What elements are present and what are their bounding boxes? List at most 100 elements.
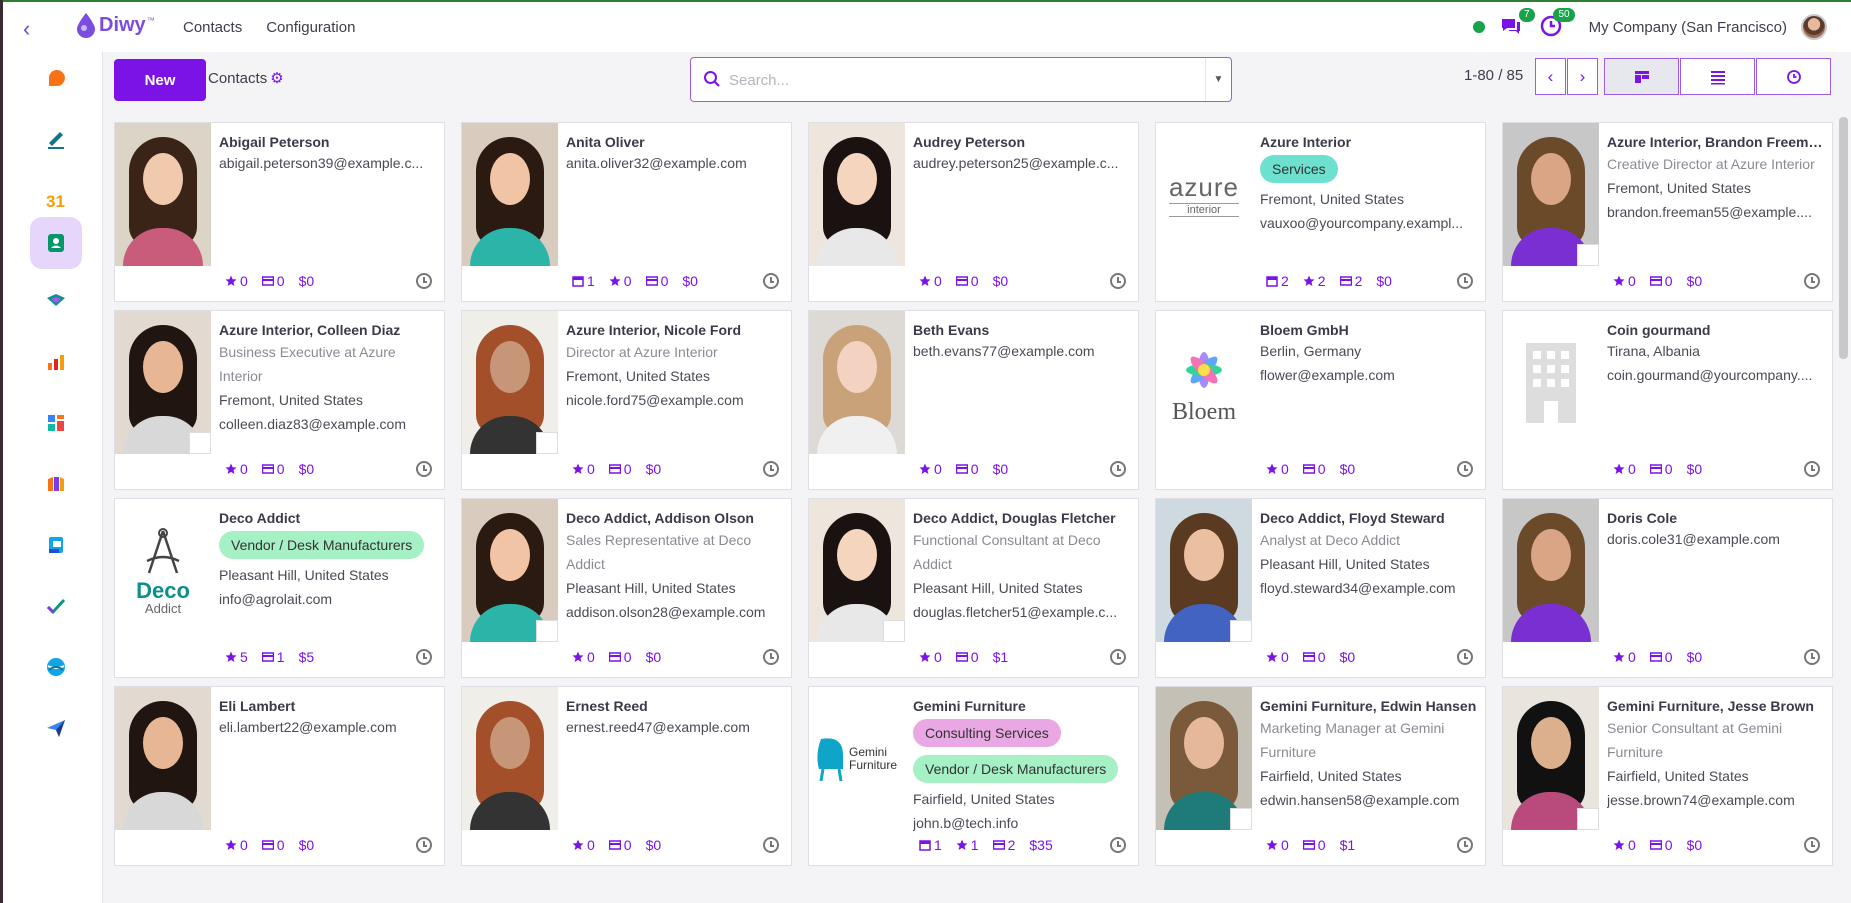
contact-card[interactable]: Coin gourmand Tirana, Albania coin.gourman… bbox=[1502, 310, 1833, 490]
activity-clock-icon[interactable] bbox=[763, 649, 779, 665]
activity-clock-icon[interactable] bbox=[1457, 273, 1473, 289]
search-options-dropdown[interactable]: ▼ bbox=[1205, 58, 1231, 101]
amount-stat[interactable]: $35 bbox=[1029, 837, 1052, 853]
favorites-stat[interactable]: 2 bbox=[1303, 273, 1326, 289]
activity-clock-icon[interactable] bbox=[1804, 649, 1820, 665]
favorites-stat[interactable]: 0 bbox=[1613, 837, 1636, 853]
contact-card[interactable]: Deco Addict, Addison Olson Sales Represen… bbox=[461, 498, 792, 678]
amount-stat[interactable]: $0 bbox=[1687, 837, 1703, 853]
dashboards-app[interactable] bbox=[30, 397, 82, 449]
activity-clock-icon[interactable] bbox=[1804, 273, 1820, 289]
invoices-stat[interactable]: 0 bbox=[955, 273, 979, 289]
favorites-stat[interactable]: 0 bbox=[572, 649, 595, 665]
menu-contacts[interactable]: Contacts bbox=[183, 19, 242, 36]
amount-stat[interactable]: $0 bbox=[993, 461, 1009, 477]
invoices-stat[interactable]: 0 bbox=[1649, 649, 1673, 665]
amount-stat[interactable]: $0 bbox=[646, 649, 662, 665]
contact-card[interactable]: Deco Addict, Douglas Fletcher Functional … bbox=[808, 498, 1139, 678]
amount-stat[interactable]: $1 bbox=[1340, 837, 1356, 853]
favorites-stat[interactable]: 0 bbox=[1613, 273, 1636, 289]
activity-clock-icon[interactable] bbox=[1457, 461, 1473, 477]
contact-card[interactable]: Gemini Furniture, Edwin Hansen Marketing … bbox=[1155, 686, 1486, 866]
app-logo[interactable]: Diwy ™ bbox=[75, 12, 155, 38]
amount-stat[interactable]: $0 bbox=[299, 837, 315, 853]
amount-stat[interactable]: $0 bbox=[1340, 649, 1356, 665]
status-online-icon[interactable] bbox=[1472, 21, 1485, 33]
activity-clock-icon[interactable] bbox=[416, 461, 432, 477]
activity-clock-icon[interactable] bbox=[1457, 649, 1473, 665]
sales-app[interactable] bbox=[30, 336, 82, 388]
notes-app[interactable] bbox=[30, 113, 82, 165]
activity-clock-icon[interactable] bbox=[1110, 461, 1126, 477]
favorites-stat[interactable]: 0 bbox=[919, 273, 942, 289]
new-contact-button[interactable]: New bbox=[114, 59, 206, 101]
invoices-stat[interactable]: 2 bbox=[1339, 273, 1362, 289]
favorites-stat[interactable]: 0 bbox=[919, 649, 942, 665]
back-arrow-icon[interactable]: ‹ bbox=[23, 16, 30, 42]
amount-stat[interactable]: $1 bbox=[993, 649, 1009, 665]
favorites-stat[interactable]: 5 bbox=[225, 649, 248, 665]
contact-card[interactable]: azure interior Azure Interior Services Fremo… bbox=[1155, 122, 1486, 302]
activity-clock-icon[interactable] bbox=[763, 273, 779, 289]
amount-stat[interactable]: $0 bbox=[1340, 461, 1356, 477]
amount-stat[interactable]: $0 bbox=[646, 461, 662, 477]
pager-previous-button[interactable]: ‹ bbox=[1535, 58, 1566, 95]
contact-card[interactable]: Azure Interior, Colleen Diaz Business Exe… bbox=[114, 310, 445, 490]
invoices-stat[interactable]: 0 bbox=[261, 461, 285, 477]
favorites-stat[interactable]: 0 bbox=[225, 837, 248, 853]
crm-app[interactable] bbox=[30, 275, 82, 327]
activity-view-button[interactable] bbox=[1756, 58, 1831, 95]
marketing-app[interactable] bbox=[30, 702, 82, 754]
contact-card[interactable]: Gemini Furniture, Jesse Brown Senior Cons… bbox=[1502, 686, 1833, 866]
gear-icon[interactable]: ⚙ bbox=[270, 69, 283, 87]
amount-stat[interactable]: $0 bbox=[1687, 273, 1703, 289]
invoices-stat[interactable]: 0 bbox=[1302, 461, 1326, 477]
invoices-stat[interactable]: 0 bbox=[1649, 461, 1673, 477]
invoices-stat[interactable]: 1 bbox=[261, 649, 285, 665]
activity-clock-icon[interactable] bbox=[1804, 837, 1820, 853]
favorites-stat[interactable]: 0 bbox=[225, 273, 248, 289]
favorites-stat[interactable]: 0 bbox=[919, 461, 942, 477]
invoices-stat[interactable]: 0 bbox=[645, 273, 668, 289]
amount-stat[interactable]: $0 bbox=[682, 273, 698, 289]
menu-configuration[interactable]: Configuration bbox=[266, 19, 355, 36]
invoices-stat[interactable]: 0 bbox=[955, 461, 979, 477]
invoices-stat[interactable]: 0 bbox=[261, 837, 285, 853]
amount-stat[interactable]: $0 bbox=[1687, 649, 1703, 665]
contact-card[interactable]: Bloem Bloem GmbH Berlin, Germany flower@exa… bbox=[1155, 310, 1486, 490]
contacts-app[interactable] bbox=[30, 217, 82, 269]
favorites-stat[interactable]: 0 bbox=[1266, 649, 1289, 665]
invoices-stat[interactable]: 0 bbox=[261, 273, 285, 289]
activities-button[interactable]: 50 bbox=[1539, 8, 1575, 40]
list-view-button[interactable] bbox=[1680, 58, 1755, 95]
favorites-stat[interactable]: 0 bbox=[572, 837, 595, 853]
contact-card[interactable]: Doris Cole doris.cole31@example.com 0 0 $0 bbox=[1502, 498, 1833, 678]
website-app[interactable] bbox=[30, 641, 82, 693]
contact-card[interactable]: Abigail Peterson abigail.peterson39@examp… bbox=[114, 122, 445, 302]
activity-clock-icon[interactable] bbox=[1457, 837, 1473, 853]
pager-next-button[interactable]: › bbox=[1567, 58, 1598, 95]
invoices-stat[interactable]: 2 bbox=[992, 837, 1015, 853]
favorites-stat[interactable]: 0 bbox=[1266, 837, 1289, 853]
kanban-view-button[interactable] bbox=[1604, 58, 1679, 95]
contact-card[interactable]: Eli Lambert eli.lambert22@example.com 0 0 $0 bbox=[114, 686, 445, 866]
invoices-stat[interactable]: 0 bbox=[608, 461, 632, 477]
activity-clock-icon[interactable] bbox=[416, 649, 432, 665]
meetings-stat[interactable]: 2 bbox=[1266, 273, 1289, 289]
activity-clock-icon[interactable] bbox=[1110, 837, 1126, 853]
amount-stat[interactable]: $0 bbox=[299, 461, 315, 477]
contact-card[interactable]: Anita Oliver anita.oliver32@example.com 1 0… bbox=[461, 122, 792, 302]
activity-clock-icon[interactable] bbox=[416, 837, 432, 853]
amount-stat[interactable]: $0 bbox=[1376, 273, 1392, 289]
pager-value[interactable]: 1-80 / 85 bbox=[1464, 67, 1523, 84]
favorites-stat[interactable]: 0 bbox=[1613, 649, 1636, 665]
meetings-stat[interactable]: 1 bbox=[572, 273, 595, 289]
user-avatar[interactable] bbox=[1801, 14, 1827, 40]
activity-clock-icon[interactable] bbox=[763, 837, 779, 853]
activity-clock-icon[interactable] bbox=[1804, 461, 1820, 477]
contact-card[interactable]: Ernest Reed ernest.reed47@example.com 0 0 $0 bbox=[461, 686, 792, 866]
invoices-stat[interactable]: 0 bbox=[608, 649, 632, 665]
contact-card[interactable]: Audrey Peterson audrey.peterson25@example… bbox=[808, 122, 1139, 302]
amount-stat[interactable]: $5 bbox=[299, 649, 315, 665]
invoices-stat[interactable]: 0 bbox=[608, 837, 632, 853]
